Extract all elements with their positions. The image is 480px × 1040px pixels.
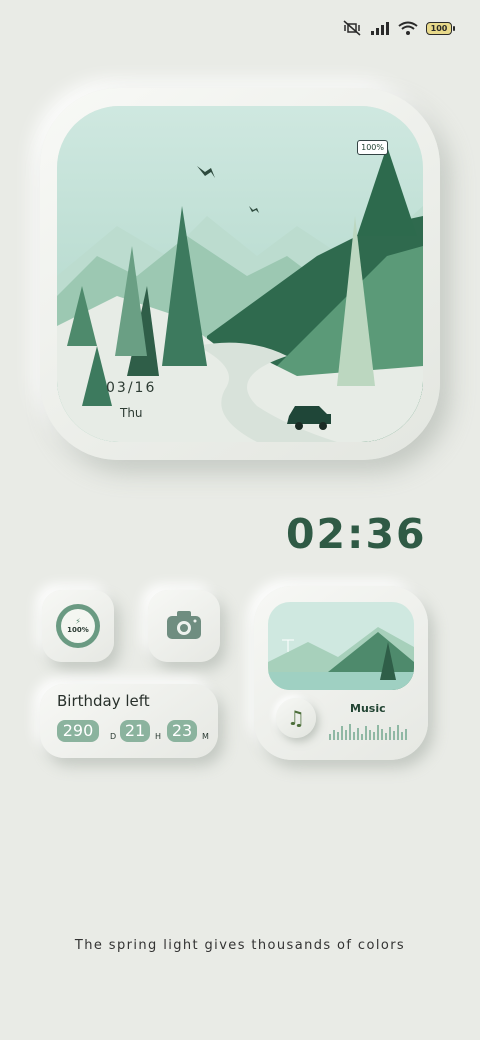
camera-icon (167, 611, 201, 639)
birthday-title: Birthday left (57, 692, 150, 710)
slogan-text: The spring light gives thousands of colo… (74, 938, 406, 953)
scene-day: Thu (120, 406, 143, 420)
music-artwork (268, 602, 414, 690)
birthday-hours: 21 (120, 720, 150, 742)
music-label: Music (350, 702, 386, 715)
signal-icon (371, 22, 389, 35)
battery-ring: ⚡ 100% (56, 604, 100, 648)
birthday-widget[interactable]: Birthday left 290 D 21 H 23 M (40, 684, 218, 758)
status-bar: 100 (342, 14, 455, 42)
clock-time[interactable]: 02:36 (286, 510, 427, 558)
music-widget[interactable]: ♫ Music (254, 586, 428, 760)
battery-icon: 100 (426, 21, 455, 35)
birthday-hours-unit: H (155, 732, 162, 741)
bolt-icon: ⚡ (75, 617, 81, 626)
scene-widget[interactable]: 100% 03/16 Thu (40, 88, 440, 460)
audio-wave-icon (329, 724, 407, 740)
wifi-icon (398, 21, 418, 35)
music-note-icon[interactable]: ♫ (276, 698, 316, 738)
birthday-minutes: 23 (167, 720, 197, 742)
birthday-days-unit: D (110, 732, 117, 741)
battery-widget[interactable]: ⚡ 100% (42, 590, 114, 662)
scene-date: 03/16 (106, 380, 157, 396)
mute-vibrate-icon (343, 20, 361, 36)
camera-widget[interactable] (148, 590, 220, 662)
battery-percent: 100% (67, 626, 89, 634)
birthday-minutes-unit: M (202, 732, 209, 741)
scene-battery-badge: 100% (357, 140, 388, 155)
birthday-days: 290 (57, 720, 99, 742)
